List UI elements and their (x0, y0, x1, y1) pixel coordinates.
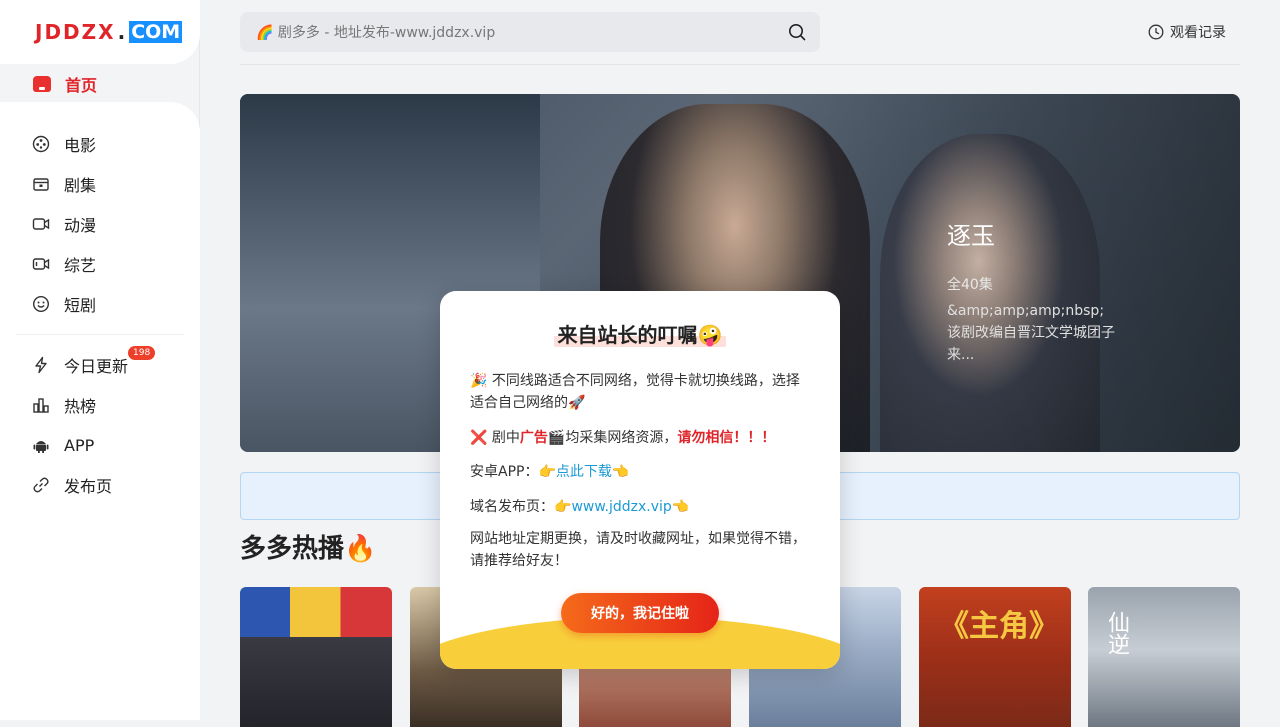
sidebar-item-movie[interactable]: 电影 (32, 132, 96, 156)
search-input[interactable]: 🌈 剧多多 - 地址发布-www.jddzx.vip (240, 12, 820, 52)
text: 安卓APP：👉 (470, 464, 556, 480)
domain-link[interactable]: www.jddzx.vip (571, 499, 671, 515)
sidebar: JDDZX . COM 首页 电影 剧集 动漫 综艺 短剧 今日更新 198 热… (0, 0, 200, 720)
sidebar-item-label: 今日更新 (64, 357, 129, 376)
poster-title: 仙逆 (1104, 611, 1129, 655)
sidebar-nav (0, 102, 200, 720)
text: 域名发布页：👉 (470, 499, 572, 515)
sidebar-item-label: 综艺 (64, 256, 97, 275)
sidebar-item-release-page[interactable]: 发布页 (32, 473, 112, 497)
bar-chart-icon (33, 398, 49, 413)
text: ❌ 剧中 (470, 430, 520, 446)
lightning-icon (35, 356, 47, 374)
modal-line-domain: 域名发布页：👉www.jddzx.vip👈 (470, 496, 810, 518)
logo-text-main: JDDZX (35, 20, 116, 44)
site-logo[interactable]: JDDZX . COM (35, 20, 183, 44)
modal-title: 来自站长的叮嘱🤪 (440, 319, 840, 348)
poster-card[interactable]: 《主角》 (919, 587, 1071, 727)
sidebar-item-label: 短剧 (64, 296, 97, 315)
link-icon (33, 477, 49, 493)
banner-description: &amp;amp;amp;nbsp;该剧改编自晋江文学城团子来... (947, 303, 1115, 363)
sidebar-item-hot[interactable]: 热榜 (32, 393, 96, 417)
sidebar-item-app[interactable]: APP (32, 433, 94, 457)
text: 👈 (671, 499, 690, 515)
poster-card[interactable] (240, 587, 392, 727)
search-placeholder: 🌈 剧多多 - 地址发布-www.jddzx.vip (256, 25, 496, 41)
app-download-link[interactable]: 点此下载 (556, 464, 612, 480)
section-title: 多多热播🔥 (240, 534, 377, 564)
watch-history-button[interactable]: 观看记录 (1148, 22, 1226, 42)
modal-line-ads: ❌ 剧中广告🎬均采集网络资源，请勿相信！！！ (470, 427, 810, 449)
sidebar-divider (16, 334, 184, 335)
banner-episodes: 全40集 (947, 277, 993, 293)
logo-dot: . (117, 20, 128, 44)
modal-title-text: 来自站长的叮嘱🤪 (553, 323, 727, 347)
sidebar-item-home[interactable]: 首页 (16, 66, 184, 102)
watch-history-label: 观看记录 (1170, 25, 1226, 41)
sidebar-item-label: 动漫 (64, 216, 97, 235)
video-icon (32, 258, 50, 270)
text-warning: 请勿相信！！！ (677, 430, 776, 446)
sidebar-item-today-update[interactable]: 今日更新 (32, 353, 128, 377)
android-icon (33, 441, 49, 453)
modal-line-network: 🎉 不同线路适合不同网络，觉得卡就切换线路，选择适合自己网络的🚀 (470, 373, 800, 411)
smiley-icon (32, 295, 50, 313)
poster-title: 《主角》 (939, 609, 1059, 644)
sidebar-item-short-drama[interactable]: 短剧 (32, 292, 96, 316)
sidebar-item-label: 首页 (65, 76, 98, 95)
notice-modal: 来自站长的叮嘱🤪 🎉 不同线路适合不同网络，觉得卡就切换线路，选择适合自己网络的… (440, 291, 840, 669)
sidebar-item-series[interactable]: 剧集 (32, 172, 96, 196)
sidebar-item-label: APP (64, 435, 95, 455)
update-count-badge: 198 (128, 346, 156, 360)
clock-icon (1148, 24, 1164, 40)
modal-line-bookmark: 网站地址定期更换，请及时收藏网址，如果觉得不错，请推荐给好友！ (470, 531, 806, 569)
text: 👈 (611, 464, 630, 480)
text-emphasis: 广告 (519, 430, 548, 446)
header-divider (240, 64, 1240, 65)
film-reel-icon (32, 135, 50, 153)
video-camera-icon (32, 218, 50, 230)
sidebar-item-label: 发布页 (64, 477, 113, 496)
search-icon[interactable] (788, 23, 806, 41)
sidebar-item-label: 剧集 (64, 176, 97, 195)
modal-line-app: 安卓APP：👉点此下载👈 (470, 461, 810, 483)
sidebar-item-label: 电影 (64, 136, 97, 155)
banner-title: 逐玉 (947, 222, 995, 250)
home-icon (33, 76, 51, 92)
text: 🎬均采集网络资源， (547, 430, 678, 446)
banner-overlay (820, 94, 1240, 452)
sidebar-item-variety[interactable]: 综艺 (32, 252, 96, 276)
tv-icon (33, 178, 49, 191)
logo-text-com: COM (129, 21, 183, 43)
sidebar-item-anime[interactable]: 动漫 (32, 212, 96, 236)
poster-card[interactable]: 仙逆 (1088, 587, 1240, 727)
confirm-button[interactable]: 好的，我记住啦 (561, 593, 719, 633)
logo-area: JDDZX . COM (0, 0, 200, 64)
sidebar-item-label: 热榜 (64, 397, 97, 416)
